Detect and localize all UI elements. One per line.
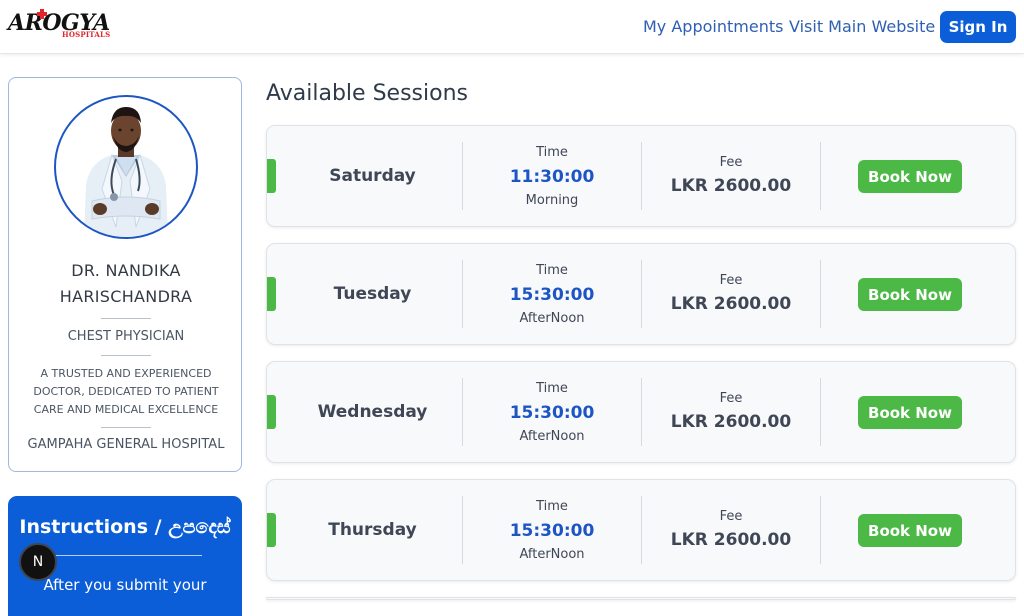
doctor-name-line2: HARISCHANDRA [59,287,193,306]
session-day: Saturday [329,166,416,186]
sign-in-button[interactable]: Sign In [940,11,1016,43]
doctor-specialty: CHEST PHYSICIAN [67,329,185,344]
fee-value: LKR 2600.00 [670,176,792,196]
book-now-button[interactable]: Book Now [858,514,962,547]
divider [820,496,821,564]
top-navbar: AROGYA HOSPITALS My Appointments Visit M… [0,0,1024,54]
session-accent-bar [267,513,276,547]
session-accent-bar [267,395,276,429]
book-now-button[interactable]: Book Now [858,396,962,429]
doctor-avatar [54,95,198,239]
time-period: AfterNoon [519,429,585,444]
doctor-name: DR. NANDIKA HARISCHANDRA [9,258,243,310]
logo-subtitle: HOSPITALS [62,30,111,39]
visit-main-website-link[interactable]: Visit Main Website [789,17,935,36]
session-card: Saturday Time 11:30:00 Morning Fee LKR 2… [266,125,1016,227]
time-value: 11:30:00 [509,167,595,187]
divider [101,427,151,428]
fee-label: Fee [719,155,743,170]
time-value: 15:30:00 [509,521,595,541]
fee-label: Fee [719,391,743,406]
time-period: AfterNoon [519,547,585,562]
doctor-hospital: GAMPAHA GENERAL HOSPITAL [27,437,225,452]
book-now-button[interactable]: Book Now [858,160,962,193]
doctor-name-line1: DR. NANDIKA [71,261,181,280]
time-label: Time [536,263,568,278]
divider [820,142,821,210]
session-day: Thursday [328,520,417,540]
session-accent-bar [267,159,276,193]
my-appointments-link[interactable]: My Appointments [643,17,783,36]
instructions-title: Instructions / උපදෙස් [19,516,231,538]
session-card: Wednesday Time 15:30:00 AfterNoon Fee LK… [266,361,1016,463]
medical-cross-icon [37,9,47,19]
session-card: Thursday Time 15:30:00 AfterNoon Fee LKR… [266,479,1016,581]
session-day: Wednesday [317,402,428,422]
divider [48,555,202,556]
time-value: 15:30:00 [509,285,595,305]
time-label: Time [536,145,568,160]
time-value: 15:30:00 [509,403,595,423]
n-badge-button[interactable]: N [19,543,57,581]
time-label: Time [536,499,568,514]
book-now-button[interactable]: Book Now [858,278,962,311]
divider [820,378,821,446]
doctor-profile-card: DR. NANDIKA HARISCHANDRA CHEST PHYSICIAN… [8,77,242,472]
session-accent-bar [267,277,276,311]
fee-label: Fee [719,273,743,288]
session-day: Tuesday [333,284,412,304]
time-label: Time [536,381,568,396]
time-period: AfterNoon [519,311,585,326]
divider [820,260,821,328]
fee-label: Fee [719,509,743,524]
fee-value: LKR 2600.00 [670,294,792,314]
divider [101,318,151,319]
doctor-description: A TRUSTED AND EXPERIENCED DOCTOR, DEDICA… [33,367,219,416]
doctor-illustration-icon [84,107,168,237]
fee-value: LKR 2600.00 [670,530,792,550]
sessions-heading: Available Sessions [266,81,468,106]
arogya-logo[interactable]: AROGYA HOSPITALS [8,9,112,42]
time-period: Morning [525,193,579,208]
divider [101,355,151,356]
session-card: Tuesday Time 15:30:00 AfterNoon Fee LKR … [266,243,1016,345]
fee-value: LKR 2600.00 [670,412,792,432]
